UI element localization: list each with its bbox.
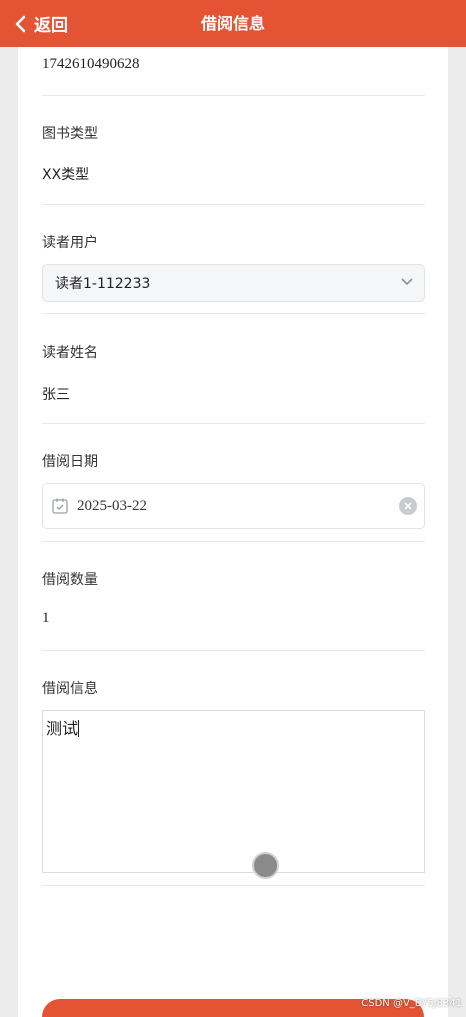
divider — [42, 313, 425, 314]
book-type-value: XX类型 — [42, 167, 90, 183]
borrow-date-picker[interactable]: 2025-03-22 — [42, 483, 425, 529]
chevron-left-icon — [15, 15, 26, 32]
form-card: 1742610490628 图书类型 XX类型 读者用户 读者1-112233 … — [18, 47, 448, 1017]
borrow-date-value: 2025-03-22 — [77, 497, 147, 514]
divider — [42, 541, 425, 542]
watermark: CSDN @V_BY5J8341 — [361, 998, 462, 1009]
borrow-info-label: 借阅信息 — [42, 681, 98, 697]
top-nav-bar: 返回 借阅信息 — [0, 0, 466, 47]
left-margin — [0, 47, 18, 1017]
reader-user-label: 读者用户 — [42, 235, 98, 251]
touch-indicator — [252, 852, 279, 879]
back-label: 返回 — [34, 16, 68, 36]
divider — [42, 650, 425, 651]
reader-user-selected: 读者1-112233 — [55, 276, 151, 292]
reader-name-value: 张三 — [42, 387, 70, 403]
back-button[interactable]: 返回 — [14, 0, 68, 47]
divider — [42, 885, 425, 886]
book-id-value: 1742610490628 — [42, 56, 140, 72]
divider — [42, 204, 425, 205]
borrow-count-label: 借阅数量 — [42, 572, 98, 588]
reader-name-label: 读者姓名 — [42, 345, 98, 361]
book-type-label: 图书类型 — [42, 126, 98, 142]
close-icon — [404, 502, 412, 510]
borrow-date-label: 借阅日期 — [42, 454, 98, 470]
reader-user-select[interactable]: 读者1-112233 — [42, 264, 425, 302]
page-title: 借阅信息 — [200, 14, 265, 33]
right-margin — [448, 47, 466, 1017]
clear-date-button[interactable] — [399, 497, 417, 515]
text-cursor — [78, 720, 80, 737]
borrow-info-text: 测试 — [46, 719, 79, 738]
calendar-icon — [52, 498, 68, 514]
divider — [42, 95, 425, 96]
divider — [42, 423, 425, 424]
borrow-count-value: 1 — [42, 610, 50, 626]
chevron-down-icon — [401, 278, 413, 286]
borrow-info-textarea[interactable]: 测试 — [42, 710, 425, 873]
